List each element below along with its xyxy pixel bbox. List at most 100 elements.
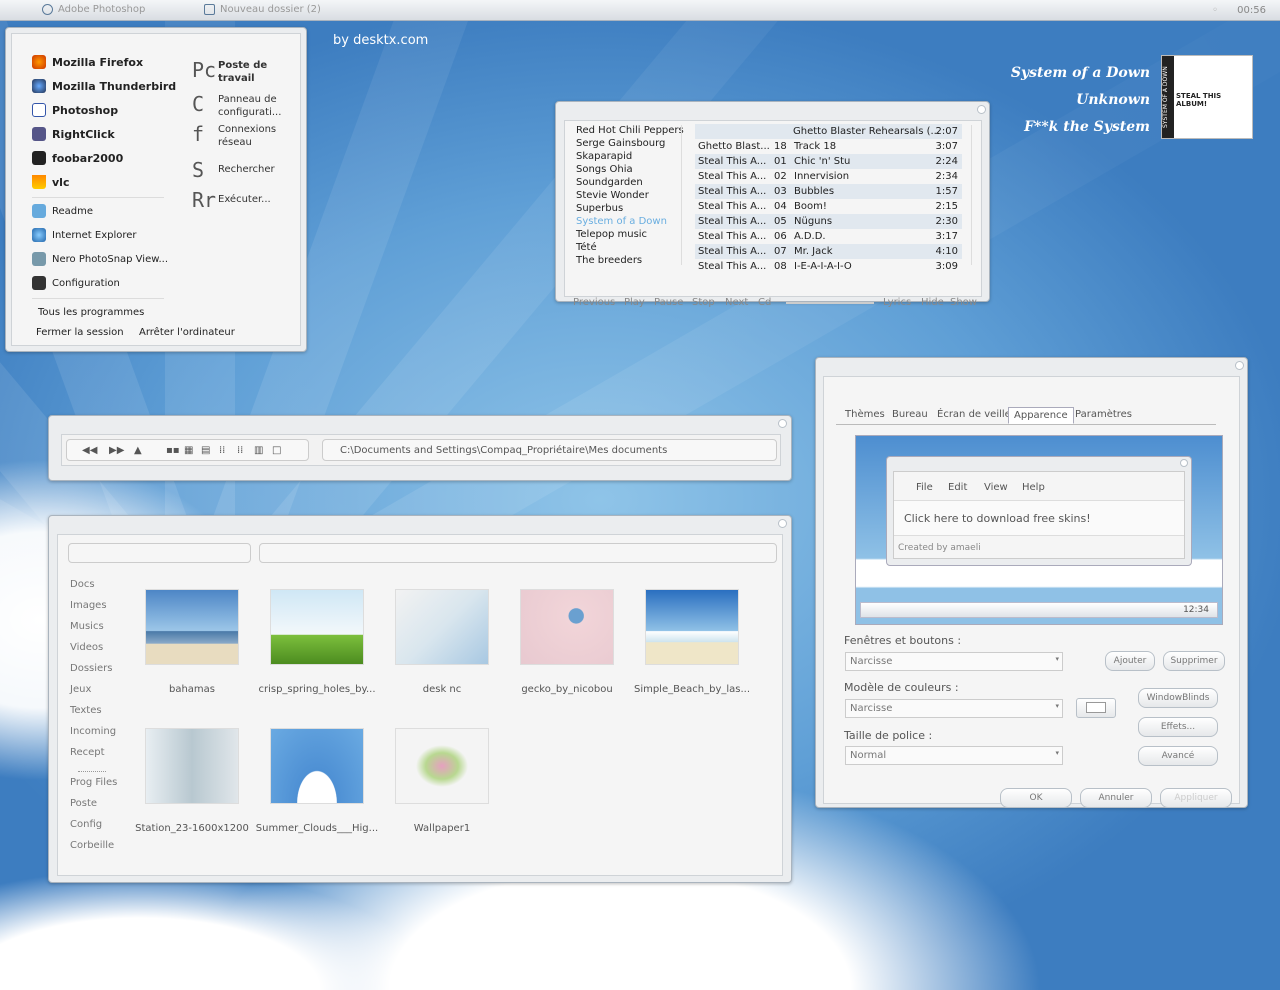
file-thumbnail[interactable] bbox=[145, 589, 239, 665]
artist-item[interactable]: Superbus bbox=[576, 203, 623, 214]
advanced-button[interactable]: Avancé bbox=[1138, 746, 1218, 766]
tab-parametres[interactable]: Paramètres bbox=[1075, 409, 1132, 420]
color-select[interactable]: Narcisse ▾ bbox=[845, 699, 1063, 718]
view-thumbnails-icon[interactable]: ▪▪ bbox=[166, 445, 180, 456]
artist-item[interactable]: Stevie Wonder bbox=[576, 190, 649, 201]
control-hide[interactable]: Hide bbox=[921, 297, 944, 308]
close-icon[interactable] bbox=[778, 519, 787, 528]
track-row[interactable]: Steal This A... 07 Mr. Jack 4:10 bbox=[695, 244, 962, 259]
menu-item-connexions[interactable]: f Connexions réseau bbox=[192, 123, 284, 149]
menu-item-vlc[interactable]: vlc bbox=[32, 175, 69, 189]
sidebar-item-videos[interactable]: Videos bbox=[70, 642, 103, 653]
menu-item-panneau[interactable]: C Panneau de configurati... bbox=[192, 93, 290, 119]
view-icons-icon[interactable]: ▤ bbox=[201, 445, 210, 456]
close-icon[interactable] bbox=[977, 105, 986, 114]
sidebar-item-prog-files[interactable]: Prog Files bbox=[70, 777, 117, 788]
file-name[interactable]: crisp_spring_holes_by... bbox=[252, 684, 382, 695]
tray-icon[interactable]: ◦ bbox=[1212, 5, 1218, 16]
track-row[interactable]: Steal This A... 06 A.D.D. 3:17 bbox=[695, 229, 962, 244]
file-name[interactable]: desk nc bbox=[377, 684, 507, 695]
control-play[interactable]: Play bbox=[624, 297, 645, 308]
playlist-scrollbar[interactable] bbox=[971, 125, 977, 265]
view-details-icon[interactable]: ⁞⁞ bbox=[237, 445, 243, 456]
track-row[interactable]: Steal This A... 08 I-E-A-I-A-I-O 3:09 bbox=[695, 259, 962, 274]
menu-item-rechercher[interactable]: S Rechercher bbox=[192, 159, 275, 181]
artist-item[interactable]: System of a Down bbox=[576, 216, 667, 227]
apply-button[interactable]: Appliquer bbox=[1160, 788, 1232, 808]
file-thumbnail[interactable] bbox=[270, 589, 364, 665]
track-header[interactable]: Ghetto Blaster Rehearsals (... 2:07 bbox=[695, 124, 962, 139]
menu-item-ie[interactable]: Internet Explorer bbox=[32, 228, 137, 242]
shutdown-button[interactable]: Arrêter l'ordinateur bbox=[139, 327, 235, 338]
artist-item[interactable]: Telepop music bbox=[576, 229, 647, 240]
menu-item-executer[interactable]: Rr Exécuter... bbox=[192, 189, 271, 211]
artist-item[interactable]: Skaparapid bbox=[576, 151, 632, 162]
artist-item[interactable]: Soundgarden bbox=[576, 177, 643, 188]
sidebar-item-images[interactable]: Images bbox=[70, 600, 107, 611]
sidebar-item-musics[interactable]: Musics bbox=[70, 621, 104, 632]
file-name[interactable]: gecko_by_nicobou bbox=[502, 684, 632, 695]
sidebar-item-recept[interactable]: Recept bbox=[70, 747, 105, 758]
explorer-filter-field[interactable] bbox=[259, 543, 777, 563]
all-programs[interactable]: Tous les programmes bbox=[38, 307, 144, 318]
file-thumbnail[interactable] bbox=[395, 589, 489, 665]
close-icon[interactable] bbox=[1235, 361, 1244, 370]
logoff-button[interactable]: Fermer la session bbox=[36, 327, 124, 338]
menu-item-thunderbird[interactable]: Mozilla Thunderbird bbox=[32, 79, 176, 93]
menu-item-firefox[interactable]: Mozilla Firefox bbox=[32, 55, 143, 69]
menu-item-readme[interactable]: Readme bbox=[32, 204, 93, 218]
artist-item[interactable]: Songs Ohia bbox=[576, 164, 633, 175]
artist-item[interactable]: Red Hot Chili Peppers bbox=[576, 125, 684, 136]
windowblinds-button[interactable]: WindowBlinds bbox=[1138, 688, 1218, 708]
taskbar-item-folder[interactable]: Nouveau dossier (2) bbox=[204, 4, 321, 15]
control-lyrics[interactable]: Lyrics bbox=[883, 297, 911, 308]
file-name[interactable]: Summer_Clouds___Hig... bbox=[252, 823, 382, 834]
menu-item-foobar[interactable]: foobar2000 bbox=[32, 151, 123, 165]
track-row[interactable]: Steal This A... 01 Chic 'n' Stu 2:24 bbox=[695, 154, 962, 169]
tab-bureau[interactable]: Bureau bbox=[892, 409, 928, 420]
tab-themes[interactable]: Thèmes bbox=[845, 409, 885, 420]
seek-bar[interactable] bbox=[786, 302, 874, 304]
artist-item[interactable]: Serge Gainsbourg bbox=[576, 138, 665, 149]
tab-screensaver[interactable]: Écran de veille bbox=[937, 409, 1011, 420]
sidebar-item-config[interactable]: Config bbox=[70, 819, 102, 830]
sidebar-item-textes[interactable]: Textes bbox=[70, 705, 102, 716]
file-thumbnail[interactable] bbox=[645, 589, 739, 665]
delete-button[interactable]: Supprimer bbox=[1163, 651, 1225, 671]
file-thumbnail[interactable] bbox=[395, 728, 489, 804]
close-icon[interactable] bbox=[778, 419, 787, 428]
sidebar-item-dossiers[interactable]: Dossiers bbox=[70, 663, 113, 674]
track-row[interactable]: Steal This A... 02 Innervision 2:34 bbox=[695, 169, 962, 184]
up-button[interactable]: ▲ bbox=[134, 445, 142, 456]
sidebar-item-corbeille[interactable]: Corbeille bbox=[70, 840, 114, 851]
address-bar[interactable]: C:\Documents and Settings\Compaq_Proprié… bbox=[322, 439, 777, 461]
menu-item-poste[interactable]: Pc Poste de travail bbox=[192, 59, 278, 85]
track-row[interactable]: Steal This A... 05 Nüguns 2:30 bbox=[695, 214, 962, 229]
ok-button[interactable]: OK bbox=[1000, 788, 1072, 808]
taskbar-item-photoshop[interactable]: Adobe Photoshop bbox=[42, 4, 145, 15]
explorer-search-field[interactable] bbox=[68, 543, 251, 563]
add-button[interactable]: Ajouter bbox=[1105, 651, 1155, 671]
sidebar-item-incoming[interactable]: Incoming bbox=[70, 726, 116, 737]
menu-item-nero[interactable]: Nero PhotoSnap View... bbox=[32, 252, 168, 266]
scrollbar[interactable] bbox=[681, 125, 687, 265]
control-show[interactable]: Show bbox=[950, 297, 977, 308]
cancel-button[interactable]: Annuler bbox=[1080, 788, 1152, 808]
track-row[interactable]: Steal This A... 04 Boom! 2:15 bbox=[695, 199, 962, 214]
control-pause[interactable]: Pause bbox=[654, 297, 683, 308]
menu-item-configuration[interactable]: Configuration bbox=[32, 276, 120, 290]
menu-item-rightclick[interactable]: RightClick bbox=[32, 127, 115, 141]
control-previous[interactable]: Previous bbox=[573, 297, 615, 308]
control-stop[interactable]: Stop bbox=[692, 297, 715, 308]
effects-button[interactable]: Effets... bbox=[1138, 717, 1218, 737]
forward-button[interactable]: ▶▶ bbox=[109, 445, 124, 456]
back-button[interactable]: ◀◀ bbox=[82, 445, 97, 456]
sidebar-item-docs[interactable]: Docs bbox=[70, 579, 95, 590]
control-next[interactable]: Next bbox=[725, 297, 748, 308]
file-name[interactable]: bahamas bbox=[127, 684, 257, 695]
tab-apparence[interactable]: Apparence bbox=[1008, 407, 1074, 424]
sidebar-item-jeux[interactable]: Jeux bbox=[70, 684, 91, 695]
file-name[interactable]: Station_23-1600x1200 bbox=[127, 823, 257, 834]
windows-select[interactable]: Narcisse ▾ bbox=[845, 652, 1063, 671]
view-single-icon[interactable]: □ bbox=[272, 445, 281, 456]
